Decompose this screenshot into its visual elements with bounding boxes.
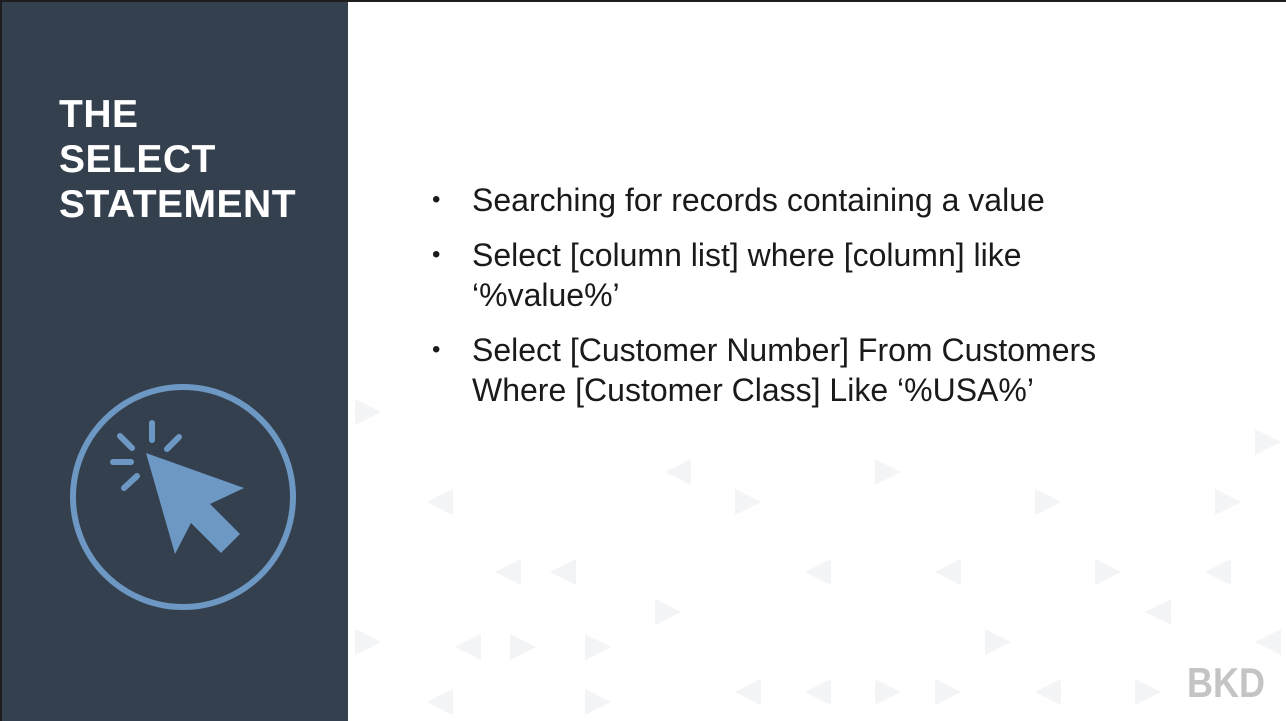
title-line-3: STATEMENT xyxy=(59,183,297,226)
pattern-triangle xyxy=(510,634,536,660)
pattern-triangle xyxy=(1215,489,1241,515)
pattern-triangle xyxy=(665,459,691,485)
cursor-click-icon xyxy=(70,384,296,610)
pattern-triangle xyxy=(550,559,576,585)
bullet-line: Select [column list] where [column] like xyxy=(472,237,1022,273)
pattern-triangle xyxy=(1135,679,1161,705)
bullet-dot: • xyxy=(432,186,441,213)
pattern-triangle xyxy=(427,489,453,515)
pattern-triangle xyxy=(935,679,961,705)
arrow-pointer xyxy=(146,453,244,554)
pattern-triangle xyxy=(355,629,381,655)
pattern-triangle xyxy=(985,629,1011,655)
bullet-item: • Select [column list] where [column] li… xyxy=(432,235,1212,315)
pattern-triangle xyxy=(1145,599,1171,625)
bullet-line: Select [Customer Number] From Customers xyxy=(472,332,1097,368)
bullet-dot: • xyxy=(432,241,441,268)
sidebar-panel: THE SELECT STATEMENT xyxy=(2,2,348,721)
pattern-triangle xyxy=(427,689,453,715)
pattern-triangle xyxy=(585,634,611,660)
bullet-text: Searching for records containing a value xyxy=(472,182,1045,218)
pattern-triangle xyxy=(1255,629,1281,655)
slide: THE SELECT STATEMENT • Searching for rec… xyxy=(0,0,1286,721)
title-line-1: THE xyxy=(59,93,139,136)
pattern-triangle xyxy=(875,679,901,705)
bullet-line: Searching for records containing a value xyxy=(472,182,1045,218)
bullet-line: Where [Customer Class] Like ‘%USA%’ xyxy=(472,372,1034,408)
pattern-triangle xyxy=(735,679,761,705)
title-line-2: SELECT xyxy=(59,138,216,181)
bullet-dot: • xyxy=(432,336,441,363)
pattern-triangle xyxy=(585,689,611,715)
slide-title: THE SELECT STATEMENT xyxy=(59,92,296,227)
pattern-triangle xyxy=(935,559,961,585)
pattern-triangle xyxy=(1255,429,1281,455)
pattern-triangle xyxy=(1035,679,1061,705)
bullet-item: • Searching for records containing a val… xyxy=(432,180,1212,220)
pattern-triangle xyxy=(735,489,761,515)
pattern-triangle xyxy=(875,459,901,485)
pattern-triangle xyxy=(805,679,831,705)
pattern-triangle xyxy=(1205,559,1231,585)
logo-text: BKD xyxy=(1187,659,1265,701)
bullet-line: ‘%value%’ xyxy=(472,277,620,313)
pattern-triangle xyxy=(355,399,381,425)
pattern-triangle xyxy=(655,599,681,625)
pattern-triangle xyxy=(495,559,521,585)
bkd-logo: BKD xyxy=(1187,659,1265,701)
pattern-triangle xyxy=(455,634,481,660)
pattern-triangle xyxy=(1035,489,1061,515)
pattern-triangle xyxy=(1095,559,1121,585)
bullet-item: • Select [Customer Number] From Customer… xyxy=(432,330,1212,410)
bullet-text: Select [Customer Number] From Customers W… xyxy=(472,332,1096,408)
pattern-triangle xyxy=(805,559,831,585)
bullet-text: Select [column list] where [column] like… xyxy=(472,237,1022,313)
bullet-list: • Searching for records containing a val… xyxy=(432,180,1212,425)
